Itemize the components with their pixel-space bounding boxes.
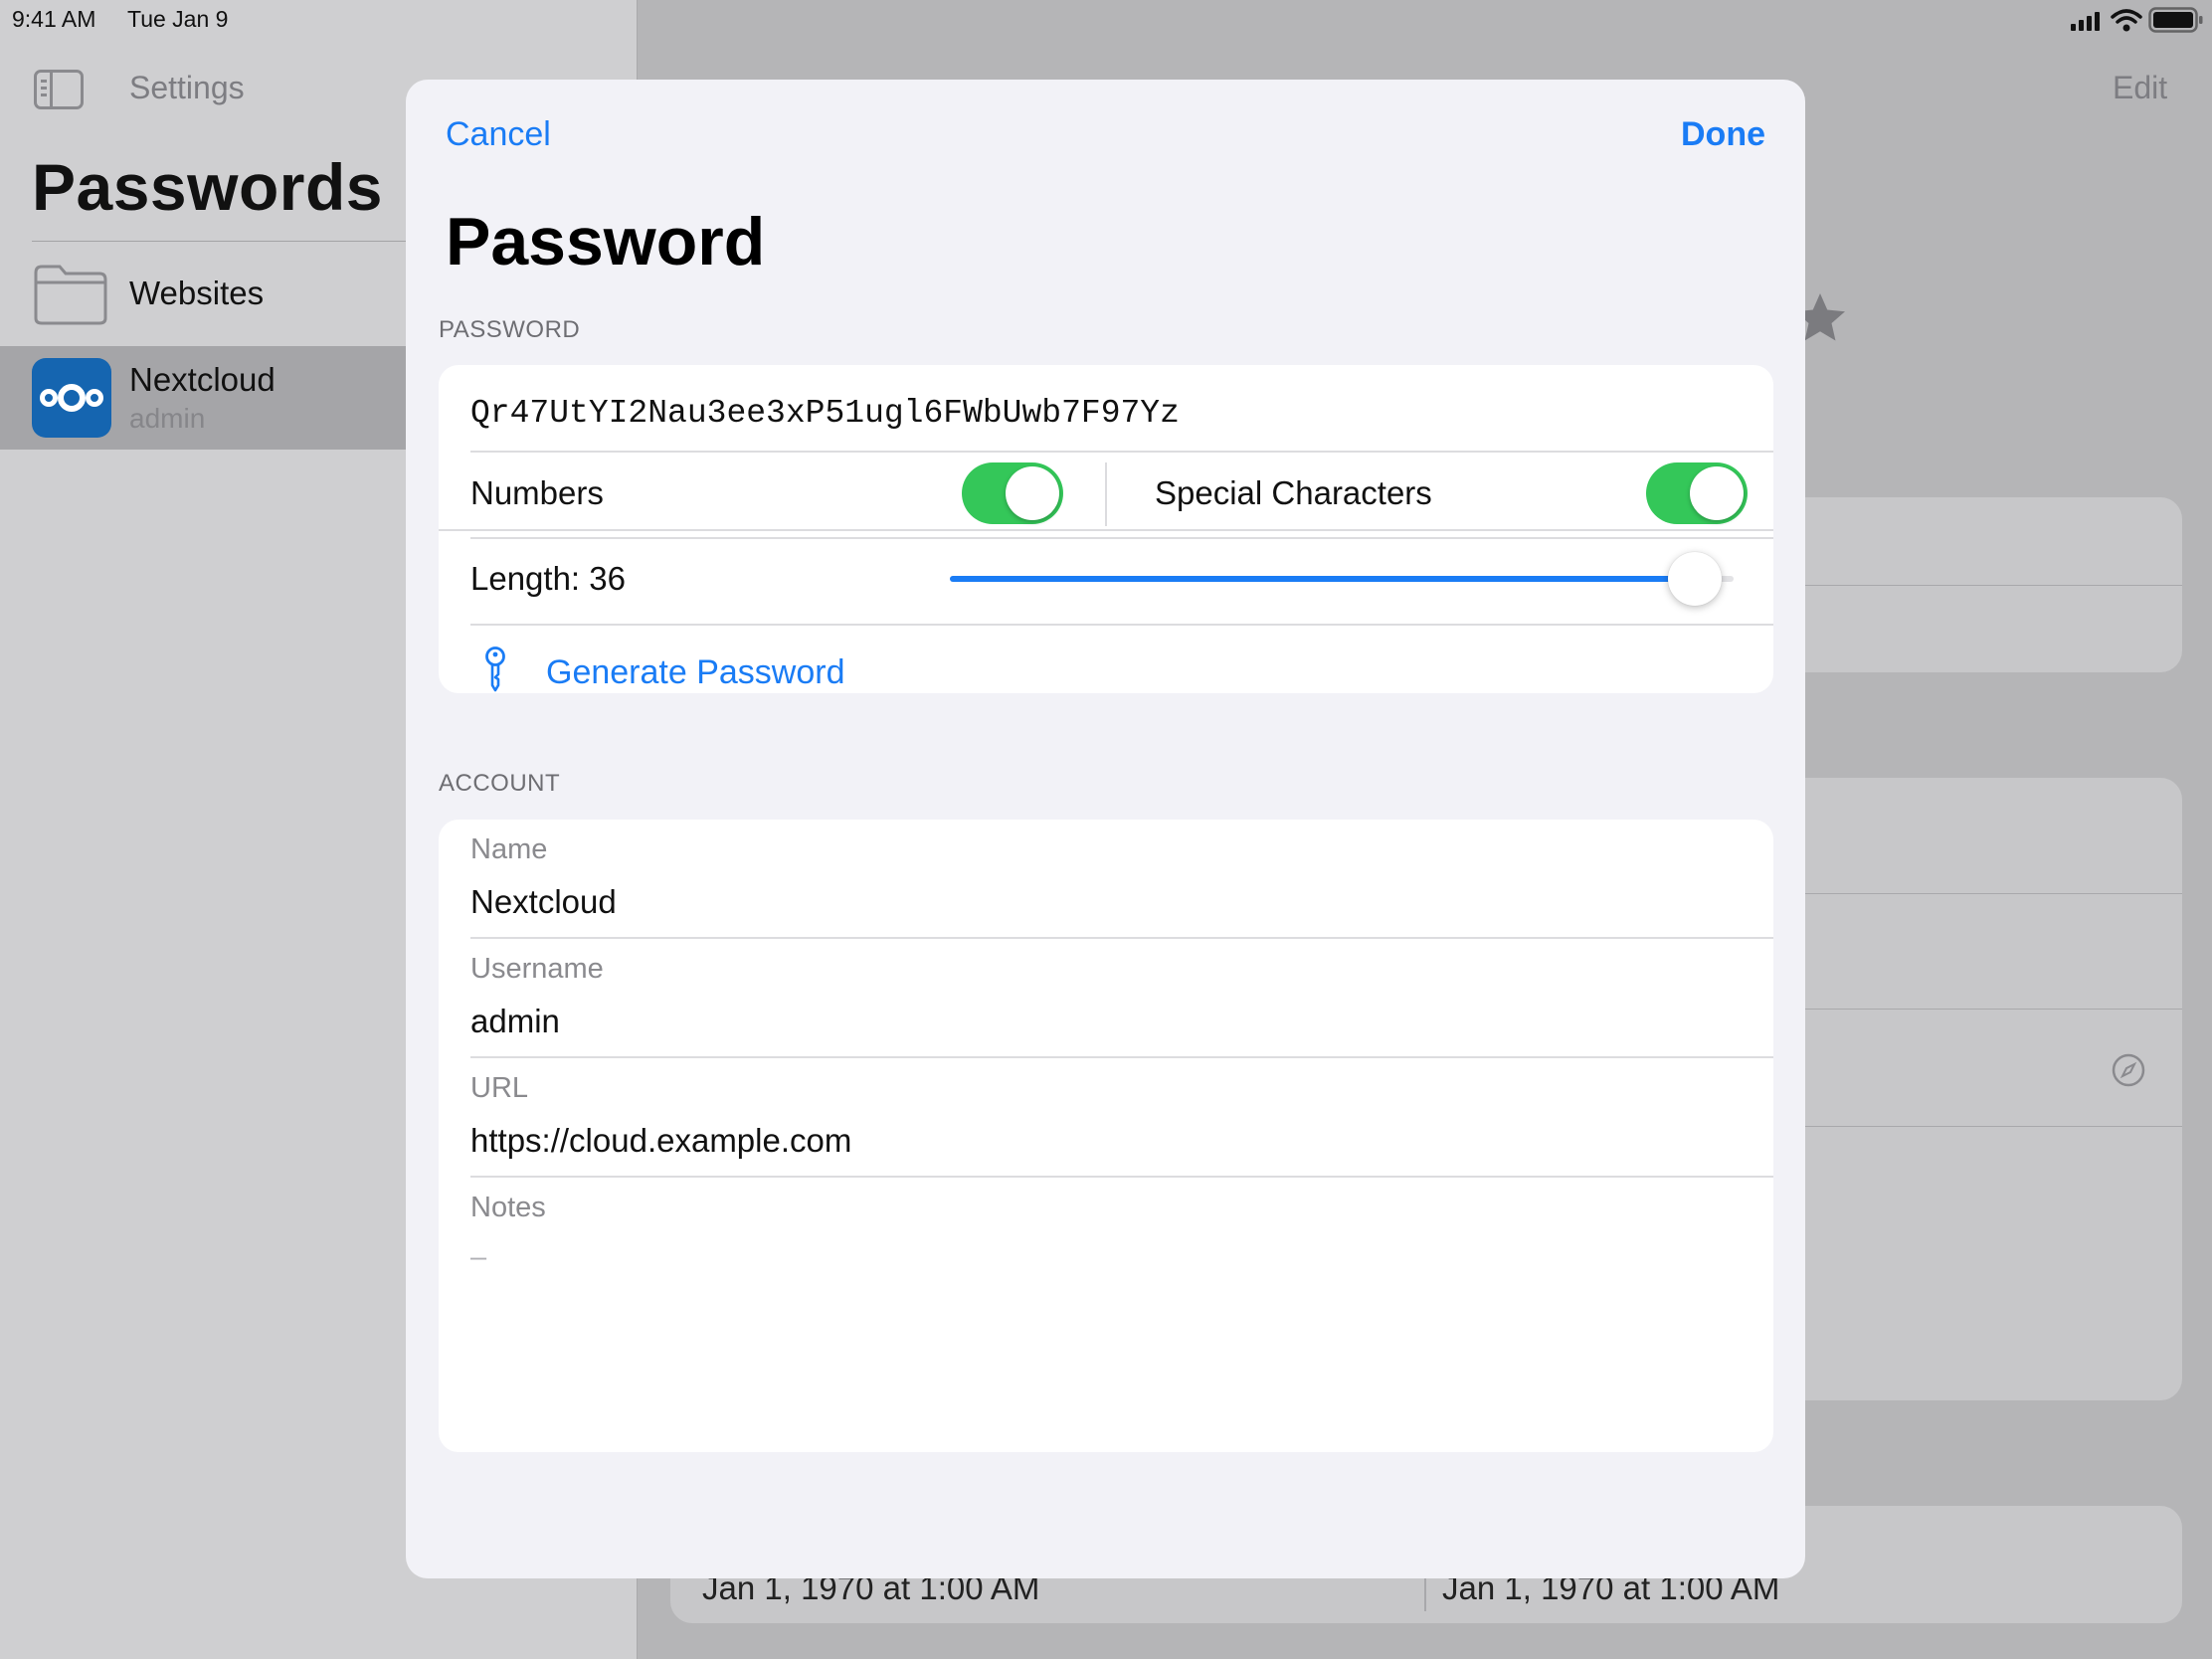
- sidebar-item-subtitle: admin: [129, 403, 206, 434]
- nextcloud-logo-icon: [32, 358, 111, 438]
- row-divider: [470, 624, 1773, 626]
- account-section-header: ACCOUNT: [439, 770, 561, 797]
- username-label: Username: [470, 953, 604, 985]
- url-field[interactable]: https://cloud.example.com: [470, 1122, 851, 1160]
- special-characters-toggle[interactable]: [1646, 462, 1748, 524]
- slider-thumb[interactable]: [1667, 552, 1722, 606]
- detail-divider: [1805, 585, 2182, 586]
- slider-fill: [950, 576, 1695, 582]
- row-divider: [470, 1056, 1773, 1058]
- password-field[interactable]: Qr47UtYI2Nau3ee3xP51ugl6FWbUwb7F97Yz: [470, 395, 1180, 432]
- sidebar-toggle-icon[interactable]: [34, 70, 84, 109]
- wifi-icon: [2111, 9, 2142, 32]
- password-card: Qr47UtYI2Nau3ee3xP51ugl6FWbUwb7F97Yz Num…: [439, 365, 1773, 693]
- detail-divider: [1805, 1126, 2182, 1127]
- row-divider: [470, 451, 1773, 453]
- folder-icon: [34, 265, 107, 325]
- special-characters-label: Special Characters: [1155, 474, 1432, 511]
- sidebar-item-label: Websites: [129, 275, 265, 311]
- detail-divider: [1805, 1009, 2182, 1010]
- numbers-label: Numbers: [470, 474, 604, 511]
- length-slider[interactable]: [950, 544, 1734, 614]
- detail-divider: [1805, 893, 2182, 894]
- edit-button[interactable]: Edit: [2113, 70, 2167, 106]
- row-divider: [470, 537, 1773, 539]
- sheet-title: Password: [446, 204, 766, 279]
- notes-label: Notes: [470, 1192, 546, 1223]
- password-edit-sheet: Cancel Done Password PASSWORD Qr47UtYI2N…: [406, 80, 1805, 1578]
- toggle-divider: [1105, 462, 1107, 526]
- length-label: Length: 36: [470, 560, 626, 597]
- username-field[interactable]: admin: [470, 1003, 560, 1040]
- generate-password-button[interactable]: Generate Password: [546, 653, 845, 692]
- toggle-knob: [1006, 466, 1059, 520]
- battery-icon: [2148, 7, 2203, 33]
- key-icon: [485, 646, 505, 692]
- sidebar-item-label: Nextcloud: [129, 361, 276, 398]
- compass-icon[interactable]: [2111, 1052, 2146, 1088]
- account-card: Name Nextcloud Username admin URL https:…: [439, 820, 1773, 1452]
- notes-field[interactable]: –: [470, 1241, 486, 1274]
- settings-back-button[interactable]: Settings: [129, 70, 245, 106]
- toggle-knob: [1690, 466, 1744, 520]
- status-date: Tue Jan 9: [127, 6, 229, 32]
- password-section-header: PASSWORD: [439, 316, 581, 343]
- name-label: Name: [470, 833, 548, 865]
- row-divider: [470, 937, 1773, 939]
- cellular-signal-icon: [2071, 12, 2100, 31]
- row-divider: [439, 529, 1773, 531]
- status-time: 9:41 AM: [12, 6, 96, 32]
- done-button[interactable]: Done: [1681, 115, 1765, 154]
- url-label: URL: [470, 1072, 529, 1104]
- sidebar-title: Passwords: [32, 150, 383, 224]
- name-field[interactable]: Nextcloud: [470, 883, 617, 921]
- row-divider: [470, 1176, 1773, 1178]
- numbers-toggle[interactable]: [962, 462, 1063, 524]
- cancel-button[interactable]: Cancel: [446, 115, 551, 154]
